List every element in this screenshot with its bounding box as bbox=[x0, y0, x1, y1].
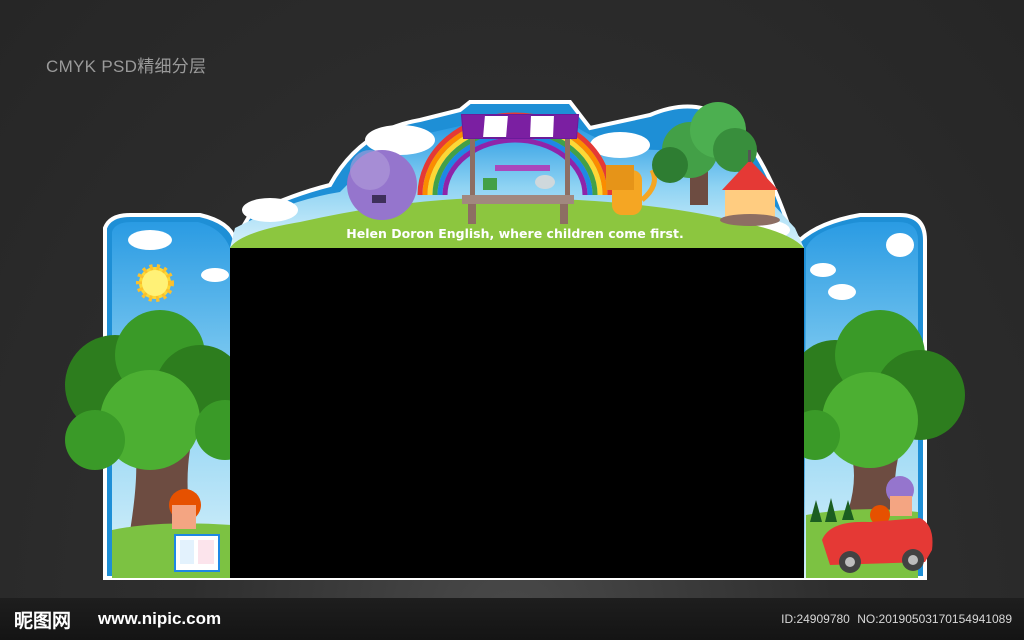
purple-creature bbox=[347, 150, 417, 220]
no-text: NO:20190503170154941089 bbox=[857, 612, 1012, 626]
id-text: ID:24909780 bbox=[781, 612, 850, 626]
black-screen-area bbox=[230, 248, 804, 578]
image-id: ID:24909780 NO:20190503170154941089 bbox=[777, 612, 1012, 626]
nipic-url: www.nipic.com bbox=[98, 609, 222, 628]
slogan: Helen Doron English, where children come… bbox=[346, 226, 684, 241]
sun bbox=[136, 264, 174, 302]
nipic-logo: 昵图网 bbox=[14, 610, 72, 632]
